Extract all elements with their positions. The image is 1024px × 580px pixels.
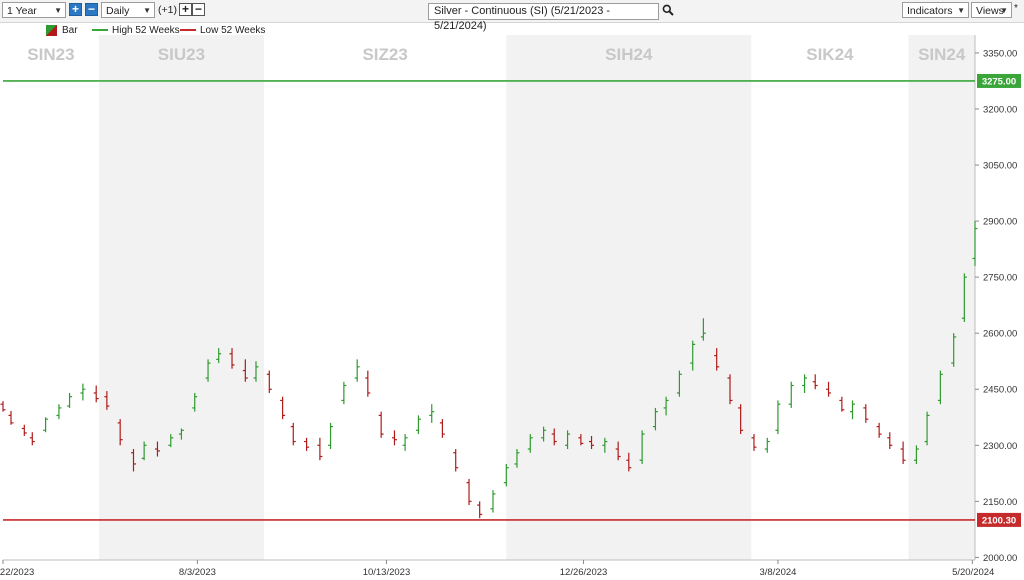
legend-low-line	[180, 29, 196, 32]
contract-band	[506, 35, 752, 560]
x-tick-label: 5/20/2024	[952, 567, 994, 578]
low-52w-value: 2100.30	[982, 515, 1016, 526]
y-tick-label: 2750.00	[983, 273, 1017, 284]
legend-low-label: Low 52 Weeks	[200, 25, 266, 36]
y-tick-label: 3350.00	[983, 48, 1017, 59]
price-chart[interactable]: SIN23 SIU23 SIZ23 SIH24 SIK24 SIN24 3350.00 320…	[0, 0, 1024, 580]
y-tick-label: 2300.00	[983, 441, 1017, 452]
x-tick-label: 8/3/2023	[179, 567, 216, 578]
contract-band	[908, 35, 975, 560]
legend-low: Low 52 Weeks	[180, 24, 265, 38]
x-tick-label: 5/22/2023	[0, 567, 34, 578]
contract-label: SIZ23	[362, 45, 407, 64]
x-tick-label: 12/26/2023	[560, 567, 608, 578]
legend-high-label: High 52 Weeks	[112, 25, 180, 36]
legend-bar-label: Bar	[62, 25, 78, 36]
legend-high-line	[92, 29, 108, 32]
y-tick-label: 2450.00	[983, 385, 1017, 396]
contract-label: SIN23	[27, 45, 74, 64]
bar-swatch-icon	[46, 24, 57, 36]
contract-label: SIN24	[918, 45, 966, 64]
y-tick-label: 3200.00	[983, 104, 1017, 115]
contract-label: SIH24	[605, 45, 653, 64]
y-tick-label: 2600.00	[983, 329, 1017, 340]
legend-bar: Bar	[46, 24, 78, 38]
legend-high: High 52 Weeks	[92, 24, 180, 38]
y-tick-label: 3050.00	[983, 161, 1017, 172]
y-tick-label: 2000.00	[983, 553, 1017, 564]
contract-label: SIK24	[806, 45, 854, 64]
high-52w-value: 3275.00	[982, 76, 1016, 87]
x-tick-label: 3/8/2024	[759, 567, 796, 578]
contract-label: SIU23	[158, 45, 205, 64]
y-tick-label: 2150.00	[983, 497, 1017, 508]
x-tick-label: 10/13/2023	[363, 567, 411, 578]
y-tick-label: 2900.00	[983, 217, 1017, 228]
contract-band	[98, 35, 264, 560]
